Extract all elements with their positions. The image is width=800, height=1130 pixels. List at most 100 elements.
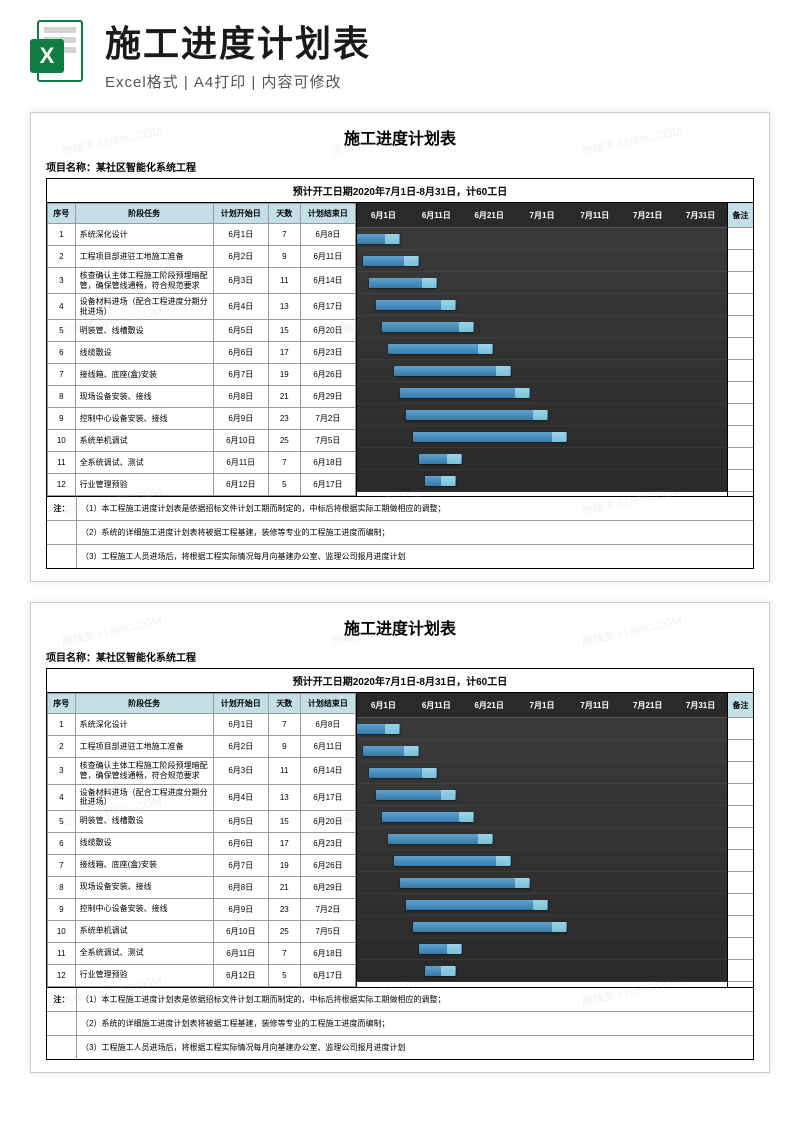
date-header: 7月11日 bbox=[568, 210, 621, 221]
schedule-table: 序号阶段任务计划开始日天数计划结束日1系统深化设计6月1日76月8日2工程项目部… bbox=[47, 693, 356, 986]
col-header: 序号 bbox=[48, 204, 76, 224]
gantt-bar-cap bbox=[441, 476, 455, 486]
gantt-bar-cap bbox=[422, 768, 436, 778]
date-header: 6月11日 bbox=[410, 700, 463, 711]
col-header: 天数 bbox=[268, 694, 300, 714]
gantt-bar-cap bbox=[385, 234, 399, 244]
gantt-bar bbox=[413, 432, 567, 442]
table-row: 1系统深化设计6月1日76月8日 bbox=[48, 224, 356, 246]
date-header: 7月1日 bbox=[516, 700, 569, 711]
table-row: 2工程项目部进驻工地施工准备6月2日96月11日 bbox=[48, 246, 356, 268]
table-row: 1系统深化设计6月1日76月8日 bbox=[48, 714, 356, 736]
project-name: 项目名称：某社区智能化系统工程 bbox=[46, 649, 754, 664]
gantt-bar-cap bbox=[441, 966, 455, 976]
col-header: 计划开始日 bbox=[213, 204, 268, 224]
gantt-bar bbox=[413, 922, 567, 932]
col-header: 计划结束日 bbox=[300, 694, 355, 714]
gantt-chart: 6月1日6月11日6月21日7月1日7月11日7月21日7月31日 bbox=[357, 203, 727, 496]
table-row: 6线缆敷设6月6日176月23日 bbox=[48, 832, 356, 854]
footer-notes: 注：（1）本工程施工进度计划表是依据招标文件计划工期而制定的，中标后将根据实际工… bbox=[47, 987, 753, 1059]
excel-icon: X bbox=[30, 19, 90, 89]
schedule-header: 预计开工日期2020年7月1日-8月31日，计60工日 bbox=[47, 179, 753, 203]
col-header: 阶段任务 bbox=[75, 694, 213, 714]
table-row: 10系统单机调试6月10日257月5日 bbox=[48, 920, 356, 942]
table-row: 2工程项目部进驻工地施工准备6月2日96月11日 bbox=[48, 736, 356, 758]
svg-text:X: X bbox=[40, 43, 55, 68]
template-header: X 施工进度计划表 Excel格式 | A4打印 | 内容可修改 bbox=[0, 0, 800, 97]
date-header: 7月21日 bbox=[621, 700, 674, 711]
table-row: 9控制中心设备安装、接线6月9日237月2日 bbox=[48, 408, 356, 430]
table-row: 10系统单机调试6月10日257月5日 bbox=[48, 430, 356, 452]
gantt-bar-cap bbox=[552, 432, 566, 442]
gantt-bar-cap bbox=[385, 724, 399, 734]
gantt-chart: 6月1日6月11日6月21日7月1日7月11日7月21日7月31日 bbox=[357, 693, 727, 986]
gantt-bar-cap bbox=[478, 834, 492, 844]
table-row: 4设备材料进场（配合工程进度分期分批进场）6月4日136月17日 bbox=[48, 784, 356, 810]
gantt-bar-cap bbox=[478, 344, 492, 354]
date-header: 6月1日 bbox=[357, 210, 410, 221]
date-header: 6月21日 bbox=[463, 210, 516, 221]
gantt-bar-cap bbox=[533, 410, 547, 420]
col-header: 计划开始日 bbox=[213, 694, 268, 714]
schedule-header: 预计开工日期2020年7月1日-8月31日，计60工日 bbox=[47, 669, 753, 693]
table-row: 11全系统调试、测试6月11日76月18日 bbox=[48, 452, 356, 474]
col-header: 天数 bbox=[268, 204, 300, 224]
gantt-bar-cap bbox=[496, 366, 510, 376]
gantt-bar-cap bbox=[404, 746, 418, 756]
notes-col-header: 备注 bbox=[728, 693, 753, 718]
gantt-bar-cap bbox=[441, 300, 455, 310]
date-header: 7月21日 bbox=[621, 210, 674, 221]
schedule-table: 序号阶段任务计划开始日天数计划结束日1系统深化设计6月1日76月8日2工程项目部… bbox=[47, 203, 356, 496]
gantt-bar-cap bbox=[441, 790, 455, 800]
col-header: 计划结束日 bbox=[300, 204, 355, 224]
date-header: 7月1日 bbox=[516, 210, 569, 221]
gantt-bar bbox=[394, 366, 511, 376]
page-2: 图精灵 616PIC.COM图精灵 616PIC.COM图精灵 616PIC.C… bbox=[30, 602, 770, 1072]
col-header: 阶段任务 bbox=[75, 204, 213, 224]
table-row: 5明装管、线槽敷设6月5日156月20日 bbox=[48, 320, 356, 342]
gantt-bar-cap bbox=[515, 388, 529, 398]
date-header: 7月31日 bbox=[674, 700, 727, 711]
table-row: 12行业管理预验6月12日56月17日 bbox=[48, 964, 356, 986]
table-row: 3核查确认主体工程施工阶段预埋暗配管，确保管线通畅，符合规范要求6月3日116月… bbox=[48, 268, 356, 294]
gantt-bar bbox=[388, 834, 493, 844]
page-1: 图精灵 616PIC.COM图精灵 616PIC.COM图精灵 616PIC.C… bbox=[30, 112, 770, 582]
gantt-bar-cap bbox=[552, 922, 566, 932]
project-name: 项目名称：某社区智能化系统工程 bbox=[46, 159, 754, 174]
gantt-bar-cap bbox=[496, 856, 510, 866]
document-title: 施工进度计划表 bbox=[46, 615, 754, 639]
header-title: 施工进度计划表 bbox=[105, 15, 770, 67]
gantt-bar-cap bbox=[459, 812, 473, 822]
header-subtitle: Excel格式 | A4打印 | 内容可修改 bbox=[105, 71, 770, 92]
table-row: 12行业管理预验6月12日56月17日 bbox=[48, 474, 356, 496]
table-row: 8现场设备安装、接线6月8日216月29日 bbox=[48, 386, 356, 408]
date-header: 7月11日 bbox=[568, 700, 621, 711]
gantt-bar-cap bbox=[404, 256, 418, 266]
gantt-bar bbox=[394, 856, 511, 866]
table-row: 8现场设备安装、接线6月8日216月29日 bbox=[48, 876, 356, 898]
footer-notes: 注：（1）本工程施工进度计划表是依据招标文件计划工期而制定的，中标后将根据实际工… bbox=[47, 496, 753, 568]
col-header: 序号 bbox=[48, 694, 76, 714]
gantt-bar-cap bbox=[447, 944, 461, 954]
table-row: 3核查确认主体工程施工阶段预埋暗配管，确保管线通畅，符合规范要求6月3日116月… bbox=[48, 758, 356, 784]
table-row: 11全系统调试、测试6月11日76月18日 bbox=[48, 942, 356, 964]
gantt-bar-cap bbox=[447, 454, 461, 464]
table-row: 7接线箱、底座(盒)安装6月7日196月26日 bbox=[48, 854, 356, 876]
gantt-bar bbox=[406, 900, 548, 910]
table-row: 4设备材料进场（配合工程进度分期分批进场）6月4日136月17日 bbox=[48, 294, 356, 320]
document-title: 施工进度计划表 bbox=[46, 125, 754, 149]
gantt-bar bbox=[400, 388, 530, 398]
notes-col-header: 备注 bbox=[728, 203, 753, 228]
gantt-bar-cap bbox=[422, 278, 436, 288]
table-row: 9控制中心设备安装、接线6月9日237月2日 bbox=[48, 898, 356, 920]
gantt-bar-cap bbox=[515, 878, 529, 888]
gantt-bar bbox=[388, 344, 493, 354]
date-header: 7月31日 bbox=[674, 210, 727, 221]
table-row: 5明装管、线槽敷设6月5日156月20日 bbox=[48, 810, 356, 832]
gantt-bar-cap bbox=[533, 900, 547, 910]
date-header: 6月11日 bbox=[410, 210, 463, 221]
gantt-bar-cap bbox=[459, 322, 473, 332]
date-header: 6月1日 bbox=[357, 700, 410, 711]
gantt-bar bbox=[400, 878, 530, 888]
gantt-bar bbox=[406, 410, 548, 420]
